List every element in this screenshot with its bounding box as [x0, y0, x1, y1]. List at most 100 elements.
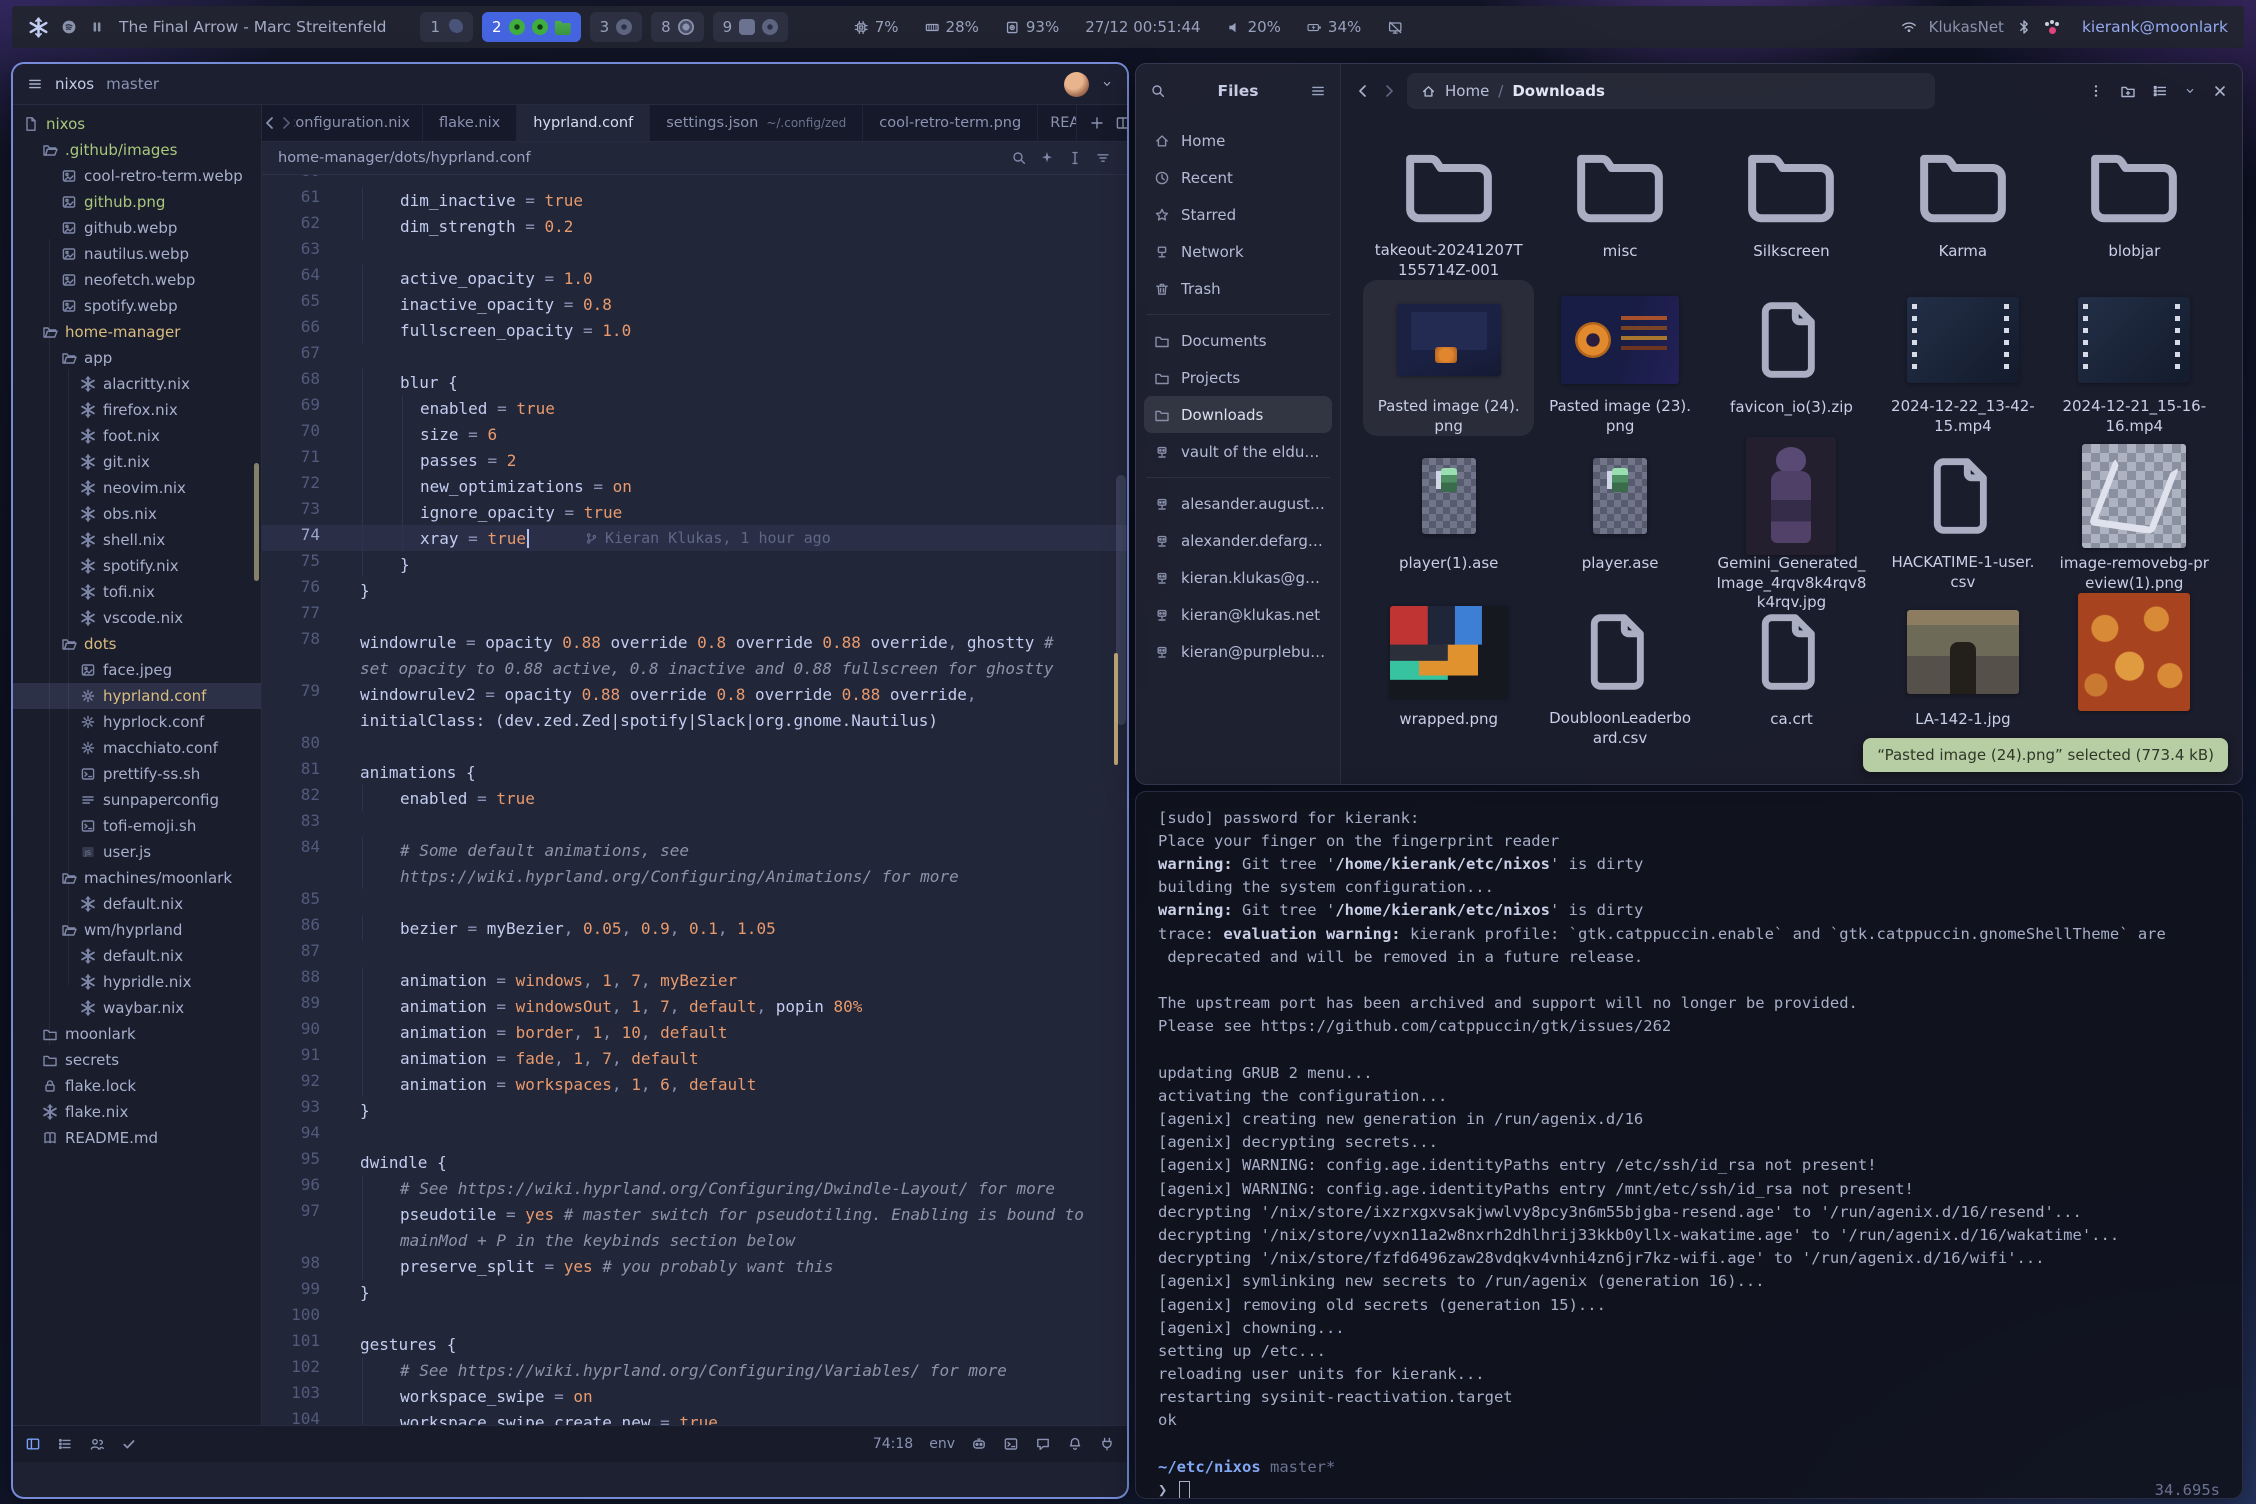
- kebab-menu-button[interactable]: [2088, 83, 2104, 99]
- copilot-icon[interactable]: [971, 1436, 987, 1452]
- sidebar-item-Projects[interactable]: Projects: [1144, 359, 1332, 396]
- tree-item-app[interactable]: app: [13, 345, 261, 371]
- tab-hyprland.conf[interactable]: hyprland.conf: [517, 105, 650, 141]
- tree-item-obs.nix[interactable]: obs.nix: [13, 501, 261, 527]
- sidebar-item-Downloads[interactable]: Downloads: [1144, 396, 1332, 433]
- tree-item-firefox.nix[interactable]: firefox.nix: [13, 397, 261, 423]
- tree-item-nixos[interactable]: nixos: [13, 111, 261, 137]
- tree-item-foot.nix[interactable]: foot.nix: [13, 423, 261, 449]
- workspace-3[interactable]: 3: [590, 12, 643, 42]
- code-line[interactable]: 89animation = windowsOut, 1, 7, default,…: [262, 993, 1127, 1019]
- nav-forward-button[interactable]: [278, 105, 294, 141]
- code-line[interactable]: 85: [262, 889, 1127, 915]
- breadcrumb[interactable]: home-manager/dots/hyprland.conf: [278, 150, 531, 166]
- tree-item-git.nix[interactable]: git.nix: [13, 449, 261, 475]
- file-item[interactable]: LA-142-1.jpg: [1877, 592, 2048, 748]
- back-button[interactable]: [1355, 83, 1371, 99]
- file-item[interactable]: wrapped.png: [1363, 592, 1534, 748]
- file-item[interactable]: Pasted image (24).png: [1363, 280, 1534, 436]
- view-list-button[interactable]: [2152, 83, 2168, 99]
- code-line[interactable]: 79windowrulev2 = opacity 0.88 override 0…: [262, 681, 1127, 707]
- tree-item-alacritty.nix[interactable]: alacritty.nix: [13, 371, 261, 397]
- terminal-toggle-icon[interactable]: [1003, 1436, 1019, 1452]
- tree-item-README.md[interactable]: README.md: [13, 1125, 261, 1151]
- workspace-1[interactable]: 1: [420, 12, 473, 42]
- file-item[interactable]: blobjar: [2049, 124, 2220, 280]
- file-item[interactable]: Silkscreen: [1706, 124, 1877, 280]
- code-line[interactable]: 78windowrule = opacity 0.88 override 0.8…: [262, 629, 1127, 655]
- inline-assist-icon[interactable]: [1039, 150, 1055, 166]
- code-line[interactable]: 100: [262, 1305, 1127, 1331]
- file-item[interactable]: DoubloonLeaderboard.csv: [1534, 592, 1705, 748]
- menu-icon[interactable]: [27, 76, 43, 92]
- filter-icon[interactable]: [1095, 150, 1111, 166]
- code-line[interactable]: 93}: [262, 1097, 1127, 1123]
- network-name[interactable]: KlukasNet: [1929, 18, 2004, 36]
- code-line[interactable]: 68blur {: [262, 369, 1127, 395]
- tab-flake.nix[interactable]: flake.nix: [423, 105, 517, 141]
- code-line[interactable]: 101gestures {: [262, 1331, 1127, 1357]
- code-line[interactable]: 61dim_inactive = true: [262, 187, 1127, 213]
- file-item[interactable]: 2024-12-22_13-42-15.mp4: [1877, 280, 2048, 436]
- wifi-icon[interactable]: [1901, 19, 1917, 35]
- tree-item-nautilus.webp[interactable]: nautilus.webp: [13, 241, 261, 267]
- tree-item-waybar.nix[interactable]: waybar.nix: [13, 995, 261, 1021]
- tree-item-hyprlock.conf[interactable]: hyprlock.conf: [13, 709, 261, 735]
- code-line[interactable]: 95dwindle {: [262, 1149, 1127, 1175]
- sidebar-item-alesander.august…[interactable]: alesander.august…: [1144, 485, 1332, 522]
- code-line[interactable]: 80: [262, 733, 1127, 759]
- code-line[interactable]: 71passes = 2: [262, 447, 1127, 473]
- tab-README.md[interactable]: README.md: [1038, 105, 1077, 141]
- code-line[interactable]: 72new_optimizations = on: [262, 473, 1127, 499]
- tree-item-wm/hyprland[interactable]: wm/hyprland: [13, 917, 261, 943]
- file-item[interactable]: Karma: [1877, 124, 2048, 280]
- tree-item-machines/moonlark[interactable]: machines/moonlark: [13, 865, 261, 891]
- new-tab-button[interactable]: [1089, 115, 1105, 131]
- code-line[interactable]: 86bezier = myBezier, 0.05, 0.9, 0.1, 1.0…: [262, 915, 1127, 941]
- tree-item-.github/images[interactable]: .github/images: [13, 137, 261, 163]
- nixos-logo-icon[interactable]: [28, 17, 49, 38]
- sidebar-item-Home[interactable]: Home: [1144, 122, 1332, 159]
- tree-item-default.nix[interactable]: default.nix: [13, 891, 261, 917]
- tree-item-home-manager[interactable]: home-manager: [13, 319, 261, 345]
- code-line[interactable]: 83: [262, 811, 1127, 837]
- branch-name[interactable]: master: [106, 75, 159, 93]
- tree-item-prettify-ss.sh[interactable]: prettify-ss.sh: [13, 761, 261, 787]
- terminal-window[interactable]: [sudo] password for kierank:Place your f…: [1135, 791, 2243, 1499]
- file-item[interactable]: takeout-20241207T155714Z-001: [1363, 124, 1534, 280]
- forward-button[interactable]: [1381, 83, 1397, 99]
- code-line[interactable]: 65inactive_opacity = 0.8: [262, 291, 1127, 317]
- code-line[interactable]: 88animation = windows, 1, 7, myBezier: [262, 967, 1127, 993]
- file-item[interactable]: ca.crt: [1706, 592, 1877, 748]
- sidebar-item-kieran@purplebu…[interactable]: kieran@purplebu…: [1144, 633, 1332, 670]
- code-line[interactable]: 81animations {: [262, 759, 1127, 785]
- code-line[interactable]: 98preserve_split = yes # you probably wa…: [262, 1253, 1127, 1279]
- code-line[interactable]: 60: [262, 175, 1127, 187]
- code-line[interactable]: 84# Some default animations, see: [262, 837, 1127, 863]
- collab-button[interactable]: [89, 1436, 105, 1452]
- cursor-position[interactable]: 74:18: [873, 1436, 913, 1452]
- code-line[interactable]: 91animation = fade, 1, 7, default: [262, 1045, 1127, 1071]
- pause-icon[interactable]: [89, 19, 105, 35]
- file-item[interactable]: 2024-12-21_15-16-16.mp4: [2049, 280, 2220, 436]
- panel-toggle-button[interactable]: [25, 1436, 41, 1452]
- sidebar-item-kieran@klukas.net[interactable]: kieran@klukas.net: [1144, 596, 1332, 633]
- nav-back-button[interactable]: [262, 105, 278, 141]
- panel-scrollbar[interactable]: [254, 463, 259, 581]
- file-item[interactable]: player(1).ase: [1363, 436, 1534, 592]
- code-line[interactable]: 69enabled = true: [262, 395, 1127, 421]
- tree-item-hypridle.nix[interactable]: hypridle.nix: [13, 969, 261, 995]
- editor-scrollbar[interactable]: [1114, 175, 1126, 1425]
- sidebar-item-kieran.klukas@g…[interactable]: kieran.klukas@g…: [1144, 559, 1332, 596]
- file-item[interactable]: HACKATIME-1-user.csv: [1877, 436, 2048, 592]
- code-line[interactable]: 63: [262, 239, 1127, 265]
- new-folder-button[interactable]: [2120, 83, 2136, 99]
- search-icon[interactable]: [1011, 150, 1027, 166]
- code-line[interactable]: initialClass: (dev.zed.Zed|spotify|Slack…: [262, 707, 1127, 733]
- code-line[interactable]: 102# See https://wiki.hyprland.org/Confi…: [262, 1357, 1127, 1383]
- plug-icon[interactable]: [1099, 1436, 1115, 1452]
- sidebar-item-alexander.defarg…[interactable]: alexander.defarg…: [1144, 522, 1332, 559]
- tree-item-cool-retro-term.webp[interactable]: cool-retro-term.webp: [13, 163, 261, 189]
- tree-item-spotify.webp[interactable]: spotify.webp: [13, 293, 261, 319]
- code-line[interactable]: 64active_opacity = 1.0: [262, 265, 1127, 291]
